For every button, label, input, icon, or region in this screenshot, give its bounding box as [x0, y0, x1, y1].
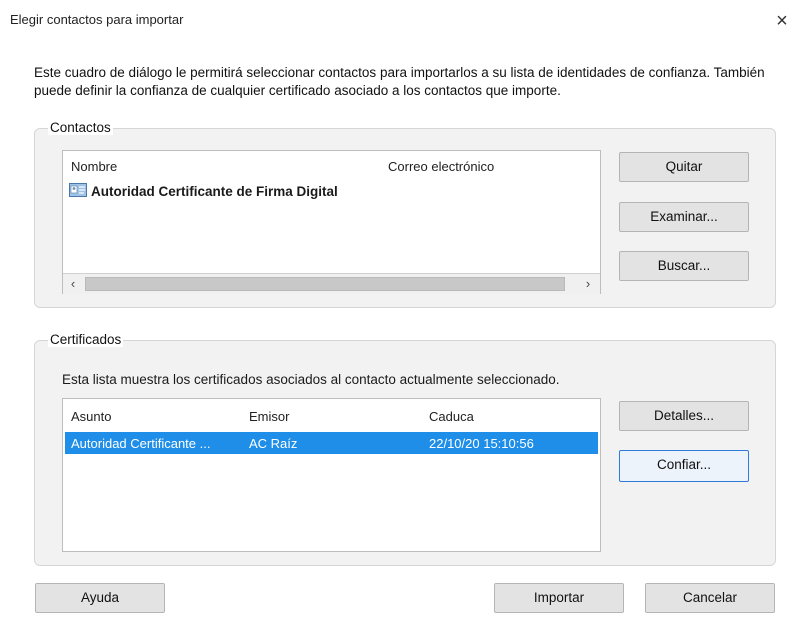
detalles-button[interactable]: Detalles...	[619, 401, 749, 431]
column-header-asunto[interactable]: Asunto	[71, 409, 111, 424]
confiar-button[interactable]: Confiar...	[619, 450, 749, 482]
contact-name: Autoridad Certificante de Firma Digital	[91, 184, 338, 199]
contacts-horizontal-scrollbar[interactable]: ‹ ›	[63, 273, 600, 294]
certificate-asunto: Autoridad Certificante ...	[71, 436, 211, 451]
close-icon[interactable]: ×	[770, 10, 794, 34]
buscar-button[interactable]: Buscar...	[619, 251, 749, 281]
cancelar-button[interactable]: Cancelar	[645, 583, 775, 613]
scroll-right-icon[interactable]: ›	[580, 275, 596, 293]
certificate-caduca: 22/10/20 15:10:56	[429, 436, 534, 451]
certificates-group-label: Certificados	[48, 332, 124, 347]
contacts-list[interactable]: Nombre Correo electrónico Autoridad Cert…	[62, 150, 601, 294]
quitar-button[interactable]: Quitar	[619, 152, 749, 182]
window-title: Elegir contactos para importar	[10, 12, 184, 27]
certificates-hint: Esta lista muestra los certificados asoc…	[62, 372, 560, 387]
column-header-caduca[interactable]: Caduca	[429, 409, 474, 424]
column-header-emisor[interactable]: Emisor	[249, 409, 289, 424]
scroll-left-icon[interactable]: ‹	[65, 275, 81, 293]
list-item[interactable]: Autoridad Certificante de Firma Digital	[67, 181, 547, 201]
table-row[interactable]: Autoridad Certificante ... AC Raíz 22/10…	[65, 432, 598, 454]
certificate-emisor: AC Raíz	[249, 436, 298, 451]
contacts-group-label: Contactos	[48, 120, 113, 135]
ayuda-button[interactable]: Ayuda	[35, 583, 165, 613]
scrollbar-thumb[interactable]	[85, 277, 565, 291]
column-header-correo[interactable]: Correo electrónico	[388, 159, 494, 174]
column-header-nombre[interactable]: Nombre	[71, 159, 117, 174]
examinar-button[interactable]: Examinar...	[619, 202, 749, 232]
dialog-description: Este cuadro de diálogo le permitirá sele…	[34, 65, 765, 98]
contact-card-icon	[69, 183, 87, 197]
importar-button[interactable]: Importar	[494, 583, 624, 613]
certificates-list[interactable]: Asunto Emisor Caduca Autoridad Certifica…	[62, 398, 601, 552]
